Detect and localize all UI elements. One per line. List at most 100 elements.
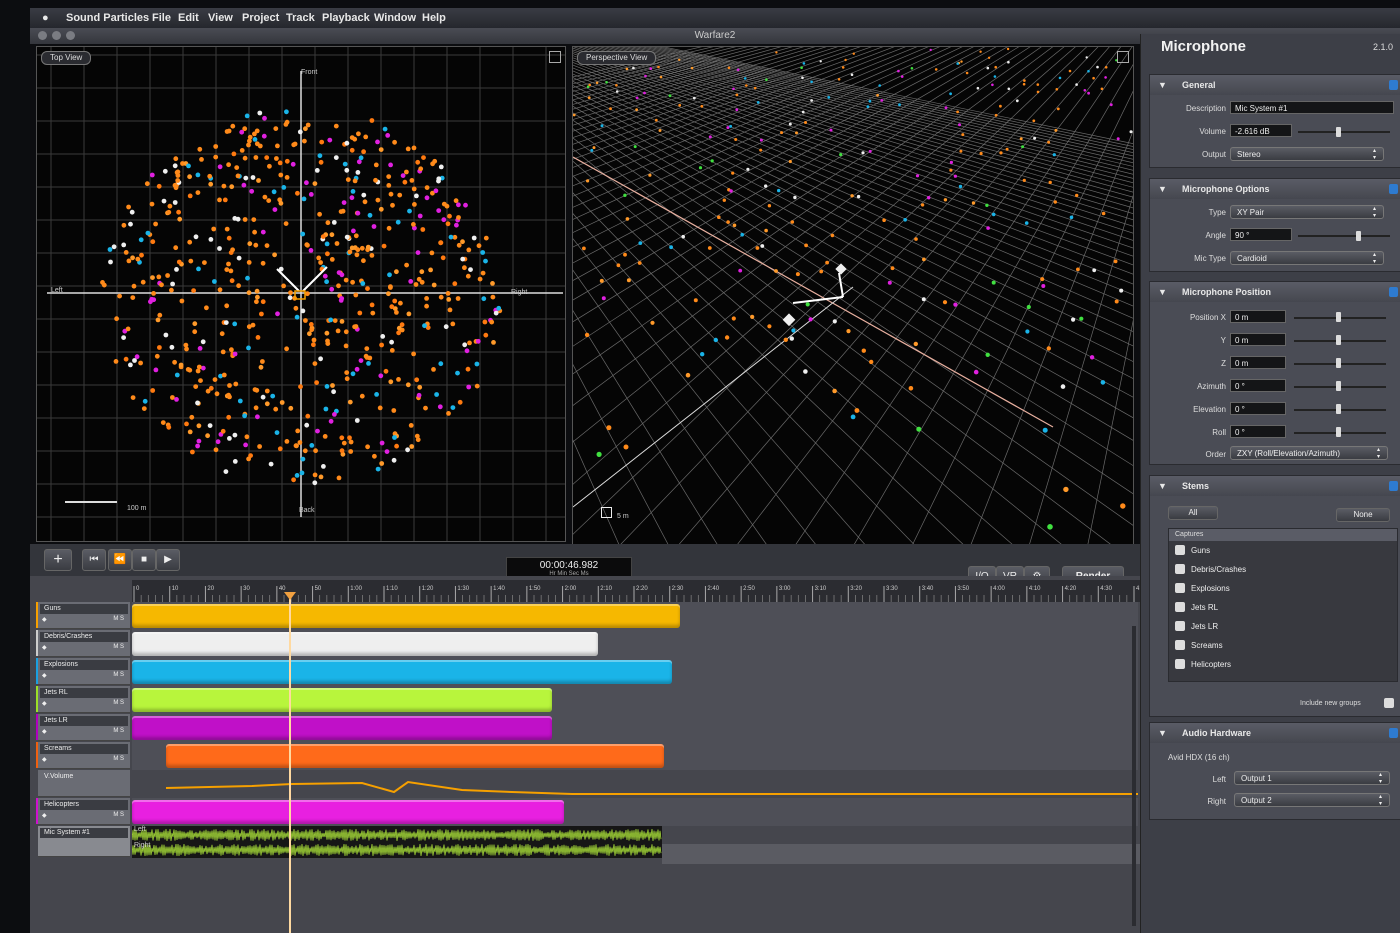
position-row-slider-knob[interactable]	[1336, 427, 1341, 437]
timeline[interactable]: 0 10 20 30 40 50 1:00 1:10 1:20 1:30 1:40 1:50 2:00 2…	[30, 576, 1163, 933]
top-view-label[interactable]: Top View	[41, 51, 92, 65]
mic-track-header[interactable]: Mic System #1	[38, 826, 130, 857]
info-icon[interactable]	[1389, 728, 1398, 738]
position-row-input[interactable]: 0 m	[1230, 333, 1286, 346]
position-row-input[interactable]: 0 °	[1230, 402, 1286, 415]
info-icon[interactable]	[1389, 184, 1398, 194]
audio-hardware-header[interactable]: ▼ Audio Hardware	[1150, 723, 1400, 743]
top-view-viewport[interactable]: Top View Front Back Left Right 100 m	[36, 46, 566, 542]
zoom-window-button[interactable]	[66, 31, 75, 40]
track-header[interactable]: Jets LR ◆ M S	[38, 714, 130, 741]
minimize-window-button[interactable]	[52, 31, 61, 40]
stem-checkbox[interactable]	[1175, 621, 1185, 631]
mic-capsule-marker[interactable]	[835, 263, 847, 275]
position-row-input[interactable]: 0 °	[1230, 379, 1286, 392]
mute-solo-icon[interactable]: M S	[113, 644, 124, 650]
left-output-select[interactable]: Output 1	[1234, 771, 1390, 786]
mute-solo-icon[interactable]: M S	[113, 728, 124, 734]
maximize-viewport-icon[interactable]	[1117, 51, 1129, 63]
position-row-slider-knob[interactable]	[1336, 358, 1341, 368]
go-to-start-button[interactable]: ⏮	[82, 549, 106, 571]
mute-solo-icon[interactable]: M S	[113, 756, 124, 762]
include-new-groups-checkbox[interactable]	[1384, 698, 1394, 708]
volume-slider[interactable]	[1298, 131, 1390, 133]
add-track-button[interactable]: +	[44, 549, 72, 571]
menu-edit[interactable]: Edit	[178, 12, 199, 24]
stems-header[interactable]: ▼ Stems	[1150, 476, 1400, 496]
menu-project[interactable]: Project	[242, 12, 279, 24]
maximize-viewport-icon[interactable]	[549, 51, 561, 63]
mic-waveform-area[interactable]	[131, 826, 662, 858]
stem-checkbox[interactable]	[1175, 564, 1185, 574]
track-header[interactable]: Explosions ◆ M S	[38, 658, 130, 685]
volume-input[interactable]: -2.616 dB	[1230, 124, 1292, 137]
position-row-slider-knob[interactable]	[1336, 404, 1341, 414]
collapse-icon[interactable]: ▼	[1158, 476, 1167, 496]
stem-checkbox[interactable]	[1175, 583, 1185, 593]
menu-playback[interactable]: Playback	[322, 12, 370, 24]
right-output-select[interactable]: Output 2	[1234, 793, 1390, 808]
automation-header[interactable]: V.Volume	[38, 770, 130, 797]
info-icon[interactable]	[1389, 80, 1398, 90]
stem-checkbox[interactable]	[1175, 659, 1185, 669]
menu-view[interactable]: View	[208, 12, 233, 24]
perspective-view-viewport[interactable]: Perspective View 5 m	[572, 46, 1134, 552]
menu-track[interactable]: Track	[286, 12, 315, 24]
mute-solo-icon[interactable]: M S	[113, 616, 124, 622]
perspective-view-label[interactable]: Perspective View	[577, 51, 657, 65]
select-none-stems-button[interactable]: None	[1336, 508, 1390, 522]
vertical-scrollbar[interactable]	[1132, 626, 1136, 926]
track-clip[interactable]	[132, 632, 598, 656]
select-all-stems-button[interactable]: All	[1168, 506, 1218, 520]
track-clip[interactable]	[166, 744, 664, 768]
description-input[interactable]: Mic System #1	[1230, 101, 1394, 114]
menu-file[interactable]: File	[152, 12, 171, 24]
track-header[interactable]: Helicopters ◆ M S	[38, 798, 130, 825]
track-clip[interactable]	[132, 800, 564, 824]
app-menu[interactable]: Sound Particles	[66, 12, 149, 24]
position-row-slider-knob[interactable]	[1336, 312, 1341, 322]
mute-solo-icon[interactable]: M S	[113, 672, 124, 678]
mic-position-header[interactable]: ▼ Microphone Position	[1150, 282, 1400, 302]
mute-solo-icon[interactable]: M S	[113, 700, 124, 706]
track-clip[interactable]	[132, 716, 552, 740]
position-row-input[interactable]: 0 °	[1230, 425, 1286, 438]
collapse-icon[interactable]: ▼	[1158, 179, 1167, 199]
angle-input[interactable]: 90 °	[1230, 228, 1292, 241]
mic-options-header[interactable]: ▼ Microphone Options	[1150, 179, 1400, 199]
rewind-button[interactable]: ⏪	[108, 549, 132, 571]
stop-button[interactable]: ■	[132, 549, 156, 571]
mic-capsule-marker[interactable]	[782, 313, 796, 327]
playhead[interactable]	[289, 594, 291, 933]
close-window-button[interactable]	[38, 31, 47, 40]
mic-type-select[interactable]: Cardioid	[1230, 251, 1384, 266]
angle-slider-knob[interactable]	[1356, 231, 1361, 241]
collapse-icon[interactable]: ▼	[1158, 282, 1167, 302]
collapse-icon[interactable]: ▼	[1158, 75, 1167, 95]
stem-checkbox[interactable]	[1175, 545, 1185, 555]
track-header[interactable]: Debris/Crashes ◆ M S	[38, 630, 130, 657]
track-clip[interactable]	[132, 604, 680, 628]
play-button[interactable]: ▶	[156, 549, 180, 571]
track-header[interactable]: Guns ◆ M S	[38, 602, 130, 629]
collapse-icon[interactable]: ▼	[1158, 723, 1167, 743]
menu-help[interactable]: Help	[422, 12, 446, 24]
position-row-slider-knob[interactable]	[1336, 381, 1341, 391]
track-header[interactable]: Jets RL ◆ M S	[38, 686, 130, 713]
mute-solo-icon[interactable]: M S	[113, 812, 124, 818]
info-icon[interactable]	[1389, 287, 1398, 297]
apple-icon[interactable]: ●	[42, 12, 49, 24]
menu-window[interactable]: Window	[374, 12, 416, 24]
playhead-marker[interactable]	[284, 592, 296, 600]
info-icon[interactable]	[1389, 481, 1398, 491]
position-row-input[interactable]: 0 m	[1230, 310, 1286, 323]
track-header[interactable]: Screams ◆ M S	[38, 742, 130, 769]
track-clip[interactable]	[132, 660, 672, 684]
general-header[interactable]: ▼ General	[1150, 75, 1400, 95]
angle-slider[interactable]	[1298, 235, 1390, 237]
stem-checkbox[interactable]	[1175, 640, 1185, 650]
track-clip[interactable]	[132, 688, 552, 712]
stem-checkbox[interactable]	[1175, 602, 1185, 612]
order-select[interactable]: ZXY (Roll/Elevation/Azimuth)	[1230, 446, 1388, 461]
type-select[interactable]: XY Pair	[1230, 205, 1384, 220]
